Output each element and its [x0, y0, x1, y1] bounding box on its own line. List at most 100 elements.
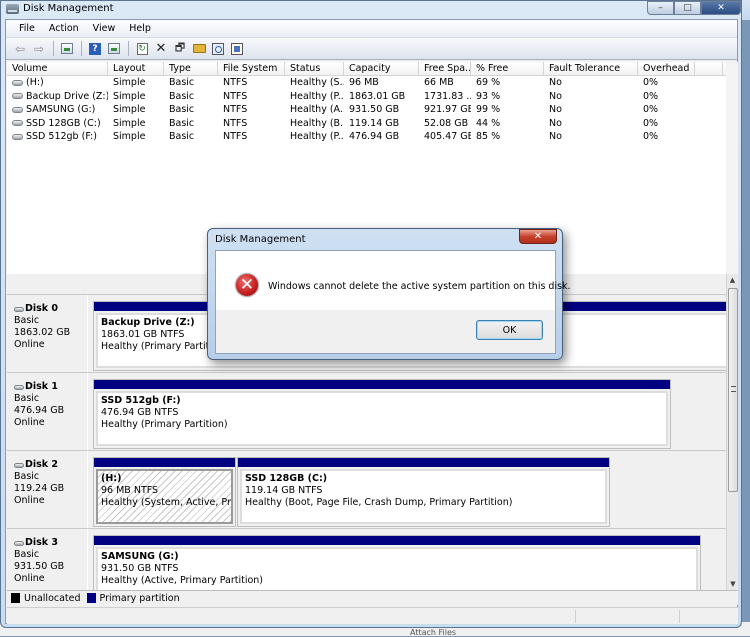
scrollbar-thumb[interactable] [728, 288, 738, 492]
cell-text: 119.14 GB [349, 117, 400, 129]
maximize-button[interactable]: □ [674, 1, 701, 15]
disk-icon [14, 384, 24, 390]
menu-view[interactable]: View [86, 23, 123, 34]
cell-percent-free: 93 % [471, 91, 544, 102]
disk-label[interactable]: Disk 0 Basic 1863.02 GB Online [7, 295, 88, 372]
column-capacity[interactable]: Capacity [344, 62, 419, 75]
show-hide-console-tree-button[interactable] [58, 41, 76, 57]
close-button[interactable]: ✕ [701, 1, 741, 15]
disk-row: Disk 1 Basic 476.94 GB Online SSD 512gb (F:)… [7, 372, 726, 450]
action-pane-icon [108, 43, 120, 54]
refresh-button[interactable]: ↻ [133, 41, 151, 57]
cell-text: 69 % [476, 77, 501, 89]
cell-percent-free: 44 % [471, 118, 544, 129]
column-type[interactable]: Type [164, 62, 218, 75]
partition-size: 476.94 GB NTFS [101, 407, 179, 418]
partition-size: 96 MB NTFS [101, 485, 159, 496]
cell-text: 99 % [476, 104, 501, 116]
cell-status: Healthy (S... [285, 77, 344, 88]
column-percent-free[interactable]: % Free [471, 62, 544, 75]
forward-icon[interactable]: ⇨ [30, 41, 48, 57]
delete-icon[interactable]: ✕ [152, 41, 170, 57]
ok-button[interactable]: OK [476, 320, 543, 340]
column-file-system[interactable]: File System [218, 62, 285, 75]
column-fault-tolerance[interactable]: Fault Tolerance [544, 62, 638, 75]
cell-file-system: NTFS [218, 104, 285, 115]
check-icon [231, 42, 243, 55]
table-row[interactable]: (H:) Simple Basic NTFS Healthy (S... 96 MB 66 … [7, 76, 726, 90]
cell-file-system: NTFS [218, 91, 285, 102]
cell-text: No [549, 131, 562, 143]
show-hide-action-pane-button[interactable] [105, 41, 123, 57]
disk-size: 119.24 GB [14, 483, 65, 494]
partition-block[interactable]: SSD 128GB (C:) 119.14 GB NTFS Healthy (Boo… [237, 457, 610, 527]
back-icon[interactable]: ⇦ [11, 41, 29, 57]
table-row[interactable]: SSD 512gb (F:) Simple Basic NTFS Healthy (P.… [7, 130, 726, 144]
cell-text: 921.97 GB [424, 104, 471, 116]
cell-fault-tolerance: No [544, 118, 638, 129]
disk-size: 476.94 GB [14, 405, 65, 416]
cell-text: SSD 128GB (C:) [26, 117, 101, 129]
cell-type: Basic [164, 118, 218, 129]
cell-fault-tolerance: No [544, 104, 638, 115]
cell-text: Basic [169, 90, 195, 102]
legend-label-primary: Primary partition [99, 592, 180, 604]
partition-body: SSD 512gb (F:) 476.94 GB NTFS Healthy (Pri… [96, 391, 668, 446]
dialog-close-button[interactable]: ✕ [519, 229, 557, 244]
cell-text: Healthy (B... [290, 117, 344, 129]
cell-status: Healthy (P... [285, 91, 344, 102]
title-bar[interactable]: Disk Management – □ ✕ [1, 1, 741, 19]
table-row[interactable]: SAMSUNG (G:) Simple Basic NTFS Healthy (A...… [7, 103, 726, 117]
partition-block[interactable]: (H:) 96 MB NTFS Healthy (System, Active, P… [93, 457, 236, 527]
legend: Unallocated Primary partition [7, 590, 738, 605]
cell-overhead: 0% [638, 104, 695, 115]
cell-text: NTFS [223, 77, 248, 89]
properties-icon[interactable]: 🗗 [171, 41, 189, 57]
partition-title: SSD 512gb (F:) [101, 395, 181, 406]
disk-type: Basic [14, 315, 40, 326]
menu-action[interactable]: Action [42, 23, 86, 34]
scroll-down-arrow-icon[interactable]: ▼ [727, 578, 739, 590]
disk-name-text: Disk 0 [25, 303, 59, 314]
rescan-disks-button[interactable] [209, 41, 227, 57]
check-button[interactable] [228, 41, 246, 57]
table-row[interactable]: Backup Drive (Z:) Simple Basic NTFS Healthy … [7, 90, 726, 104]
disk-label[interactable]: Disk 1 Basic 476.94 GB Online [7, 373, 88, 450]
disk-management-app-icon [6, 4, 19, 14]
cell-capacity: 96 MB [344, 77, 419, 88]
menu-help[interactable]: Help [122, 23, 158, 34]
disk-name: Disk 2 [14, 459, 87, 471]
partition-block[interactable]: SSD 512gb (F:) 476.94 GB NTFS Healthy (Pri… [93, 379, 671, 449]
cell-text: SAMSUNG (G:) [26, 104, 96, 116]
cell-text: 44 % [476, 117, 501, 129]
cell-volume: SSD 128GB (C:) [7, 118, 108, 129]
cell-overhead: 0% [638, 118, 695, 129]
disk-icon [14, 306, 24, 312]
open-button[interactable] [190, 41, 208, 57]
column-status[interactable]: Status [285, 62, 344, 75]
table-row[interactable]: SSD 128GB (C:) Simple Basic NTFS Healthy (B.… [7, 117, 726, 131]
menu-bar: File Action View Help [6, 20, 737, 38]
cell-text: 1863.01 GB [349, 90, 406, 102]
column-volume[interactable]: Volume [7, 62, 108, 75]
vertical-scrollbar[interactable]: ▲ ▼ [726, 274, 738, 590]
console-tree-icon [61, 43, 73, 54]
disk-name: Disk 3 [14, 537, 87, 549]
refresh-icon: ↻ [136, 42, 148, 55]
minimize-button[interactable]: – [647, 1, 674, 15]
disk-size: 1863.02 GB [14, 327, 71, 338]
column-overhead[interactable]: Overhead [638, 62, 695, 75]
menu-file[interactable]: File [12, 23, 42, 34]
disk-status: Online [14, 417, 45, 428]
help-button[interactable]: ? [86, 41, 104, 57]
disk-label[interactable]: Disk 2 Basic 119.24 GB Online [7, 451, 88, 528]
drive-icon [12, 120, 23, 127]
column-free-space[interactable]: Free Spa... [419, 62, 471, 75]
folder-icon [192, 44, 206, 53]
scroll-up-arrow-icon[interactable]: ▲ [727, 274, 738, 286]
column-layout[interactable]: Layout [108, 62, 164, 75]
cell-volume: SAMSUNG (G:) [7, 104, 108, 115]
list-rows: (H:) Simple Basic NTFS Healthy (S... 96 MB 66 … [7, 76, 726, 144]
cell-free-spa: 921.97 GB [419, 104, 471, 115]
cell-text: 405.47 GB [424, 131, 471, 143]
